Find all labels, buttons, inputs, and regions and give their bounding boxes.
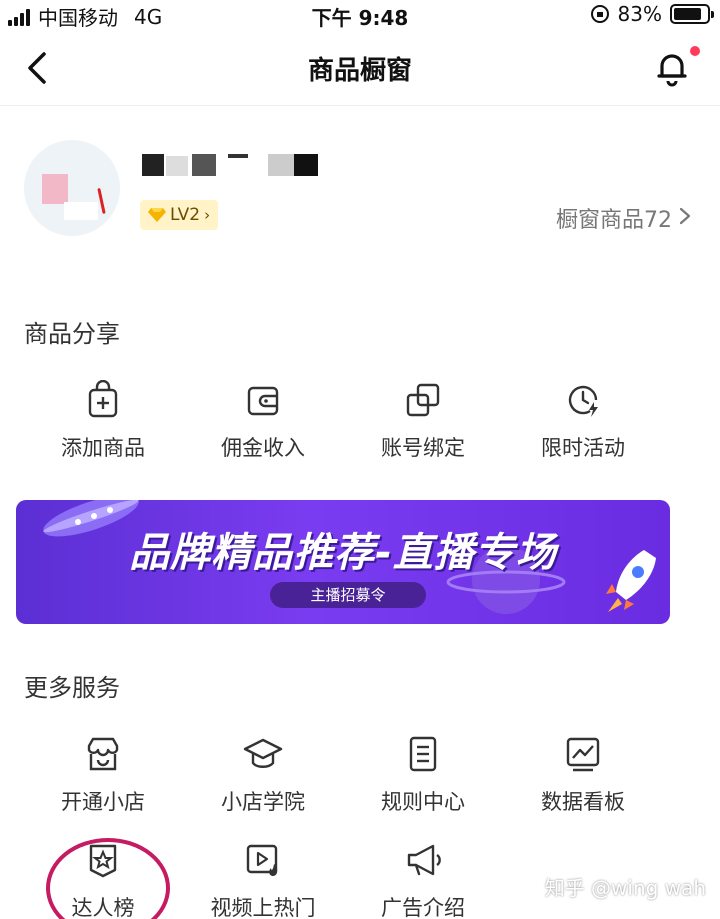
avatar[interactable] xyxy=(24,140,120,236)
rotation-lock-icon xyxy=(590,5,609,23)
level-label: LV2 xyxy=(170,205,201,225)
page-title: 商品橱窗 xyxy=(307,56,412,86)
grid-label: 广告介绍 xyxy=(381,896,465,919)
grid-item-ad-intro[interactable]: 广告介绍 xyxy=(343,840,503,919)
chart-board-icon xyxy=(566,737,600,772)
notification-dot xyxy=(690,46,700,56)
grid-label: 佣金收入 xyxy=(221,436,305,460)
grid-label: 规则中心 xyxy=(381,790,465,814)
status-bar: 中国移动 4G 下午 9:48 83% xyxy=(0,0,720,30)
grid-item-store-academy[interactable]: 小店学院 xyxy=(183,734,343,816)
grid-item-account-binding[interactable]: 账号绑定 xyxy=(343,380,503,462)
grid-label: 视频上热门 xyxy=(210,896,316,919)
section-title-more-services: 更多服务 xyxy=(24,674,120,702)
grid-item-video-trending[interactable]: 视频上热门 xyxy=(183,840,343,919)
grid-label: 开通小店 xyxy=(61,790,145,814)
banner-title: 品牌精品推荐-直播专场 xyxy=(129,530,557,576)
chevron-right-icon[interactable] xyxy=(678,206,692,226)
grid-item-data-board[interactable]: 数据看板 xyxy=(503,734,663,816)
grid-item-limited-activity[interactable]: 限时活动 xyxy=(503,380,663,462)
battery-icon xyxy=(670,4,714,24)
section-title-product-sharing: 商品分享 xyxy=(24,320,120,348)
wallet-icon xyxy=(247,386,279,416)
grid-label: 小店学院 xyxy=(221,790,305,814)
grid-item-open-store[interactable]: 开通小店 xyxy=(23,734,183,816)
level-badge[interactable]: LV2 › xyxy=(140,200,219,230)
megaphone-icon xyxy=(407,844,441,876)
grid-item-commission[interactable]: 佣金收入 xyxy=(183,380,343,462)
bag-plus-icon xyxy=(88,380,118,418)
grid-label: 账号绑定 xyxy=(381,436,465,460)
clock-lightning-icon xyxy=(568,385,598,417)
diamond-icon xyxy=(148,208,166,222)
grid-item-rules-center[interactable]: 规则中心 xyxy=(343,734,503,816)
grid-label: 添加商品 xyxy=(61,436,145,460)
grid-label: 数据看板 xyxy=(541,790,625,814)
store-icon xyxy=(87,737,119,771)
grid-label: 限时活动 xyxy=(541,436,625,460)
promo-banner[interactable]: 品牌精品推荐-直播专场 主播招募令 xyxy=(16,500,670,624)
nav-bar: 商品橱窗 xyxy=(0,30,720,106)
shelf-products-link[interactable]: 橱窗商品72 xyxy=(556,202,672,234)
bell-icon[interactable] xyxy=(654,48,690,88)
banner-subtitle: 主播招募令 xyxy=(270,582,426,608)
chevron-right-small-icon: › xyxy=(204,206,211,224)
watermark: 知乎 @wing wah xyxy=(544,876,706,900)
status-right: 83% xyxy=(590,2,714,26)
link-squares-icon xyxy=(406,383,440,417)
grid-item-add-product[interactable]: 添加商品 xyxy=(23,380,183,462)
battery-percent: 83% xyxy=(617,2,662,26)
document-icon xyxy=(409,736,437,772)
graduation-cap-icon xyxy=(243,738,283,768)
username-mosaic xyxy=(142,152,322,178)
video-fire-icon xyxy=(246,844,278,876)
